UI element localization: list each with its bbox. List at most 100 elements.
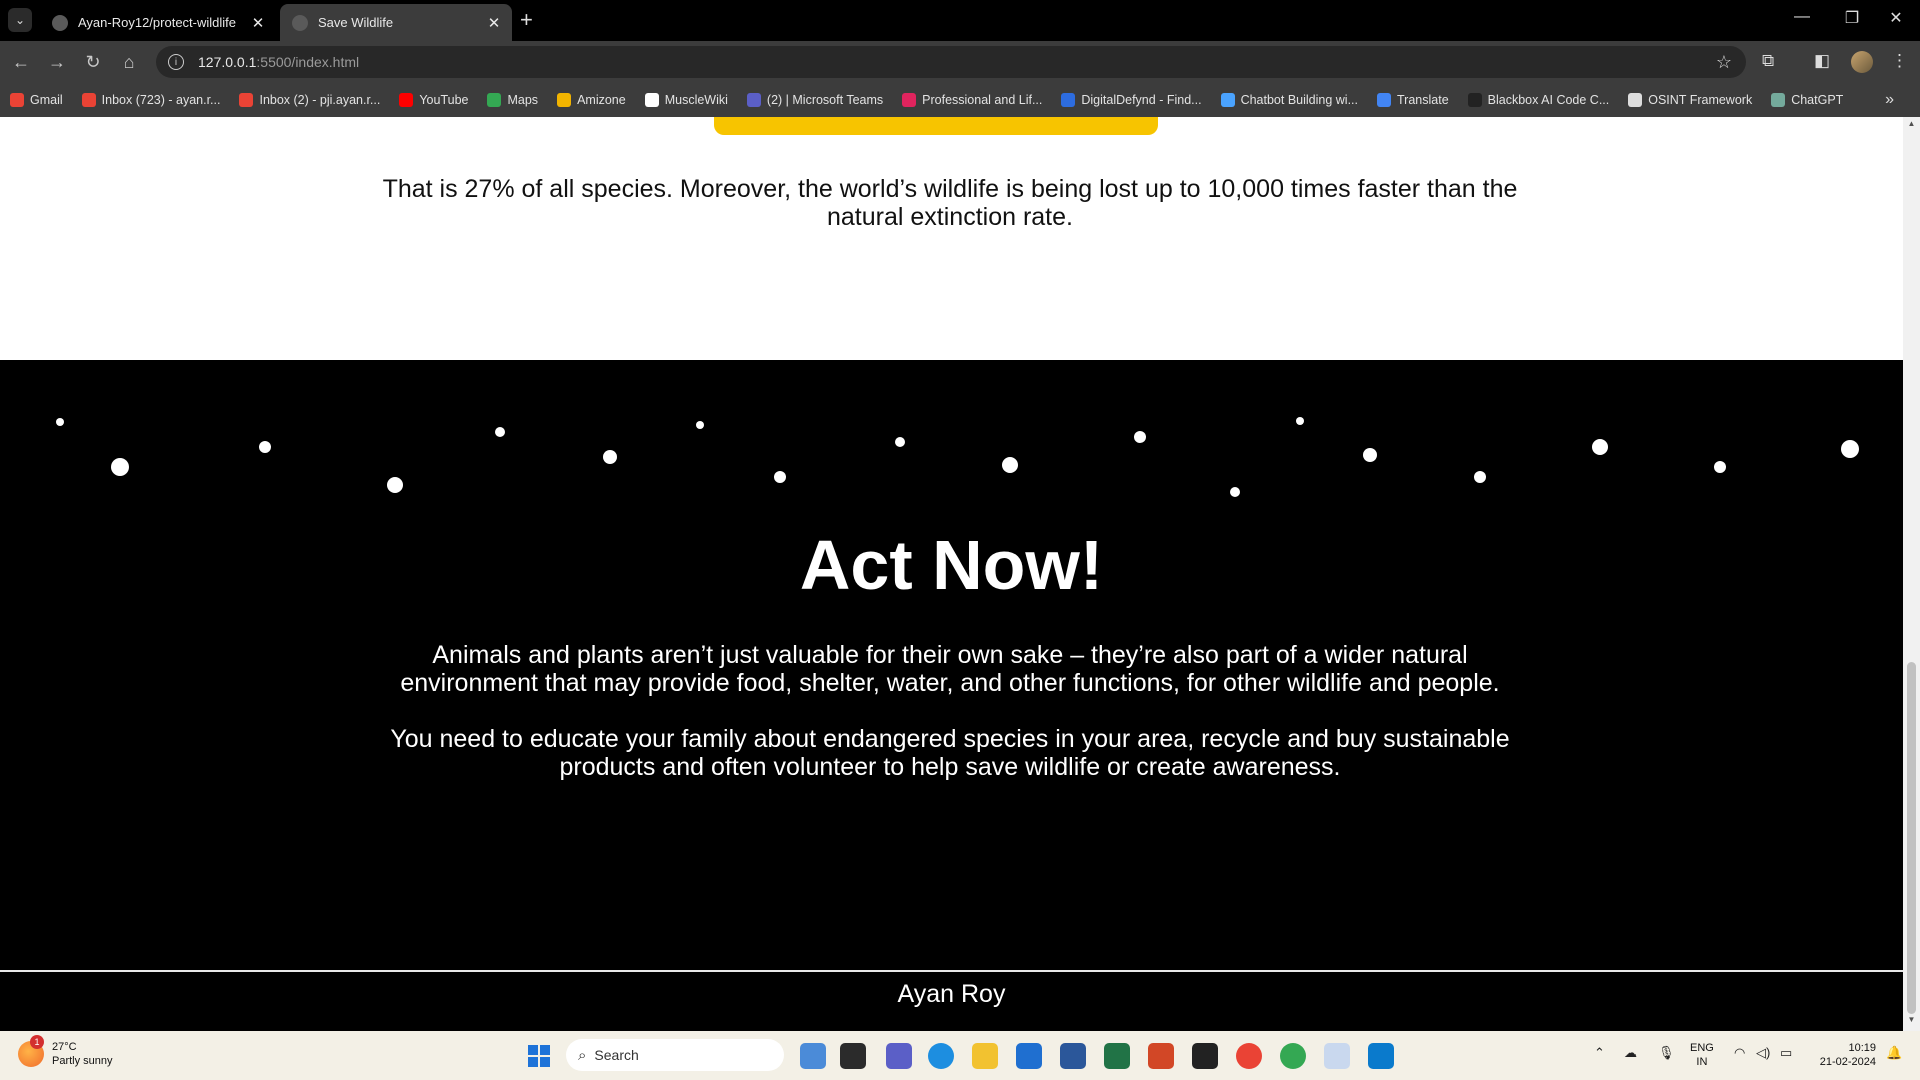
- chrome-icon[interactable]: [1236, 1043, 1262, 1069]
- bookmark-favicon-icon: [487, 93, 502, 107]
- bookmark-label: Gmail: [30, 93, 63, 107]
- close-tab-button[interactable]: ✕: [482, 14, 506, 32]
- onedrive-icon[interactable]: ☁: [1624, 1045, 1637, 1061]
- more-bookmarks-icon[interactable]: »: [1885, 91, 1894, 109]
- bookmark-item[interactable]: Gmail: [10, 93, 63, 107]
- clock[interactable]: 10:19 21-02-2024: [1812, 1041, 1876, 1069]
- tab-save-wildlife[interactable]: Save Wildlife ✕: [280, 4, 512, 41]
- bookmark-favicon-icon: [1771, 93, 1786, 107]
- bookmark-item[interactable]: Inbox (723) - ayan.r...: [81, 93, 220, 107]
- powerpoint-icon[interactable]: [1148, 1043, 1174, 1069]
- yellow-button[interactable]: [714, 117, 1158, 135]
- bookmark-favicon-icon: [1628, 93, 1643, 107]
- bookmark-label: OSINT Framework: [1648, 93, 1753, 107]
- extensions-icon[interactable]: ⧉: [1762, 51, 1774, 71]
- back-button[interactable]: ←: [8, 50, 34, 74]
- new-tab-button[interactable]: +: [520, 9, 533, 31]
- profile-avatar[interactable]: [1851, 51, 1873, 73]
- menu-icon[interactable]: ⋮: [1891, 51, 1908, 71]
- bookmark-label: Amizone: [577, 93, 626, 107]
- windows-taskbar: 1 27°C Partly sunny ⌕ Search ⌃ ☁ 🎙 ENG IN…: [0, 1031, 1920, 1080]
- tab-github[interactable]: Ayan-Roy12/protect-wildlife ✕: [40, 4, 276, 41]
- bookmark-item[interactable]: DigitalDefynd - Find...: [1061, 93, 1202, 107]
- battery-icon[interactable]: ▭: [1780, 1045, 1792, 1061]
- tab-title: Save Wildlife: [318, 15, 394, 30]
- white-section: [0, 117, 1903, 360]
- vscode-icon[interactable]: [1368, 1043, 1394, 1069]
- bookmark-favicon-icon: [1220, 93, 1235, 107]
- teams-icon[interactable]: [886, 1043, 912, 1069]
- file-explorer-icon[interactable]: [972, 1043, 998, 1069]
- bookmark-item[interactable]: Inbox (2) - pji.ayan.r...: [239, 93, 380, 107]
- reload-button[interactable]: ↻: [80, 50, 106, 74]
- browser-toolbar: ← → ↻ ⌂ i 127.0.0.1:5500/index.html ☆ ⧉ …: [0, 41, 1920, 83]
- taskbar-search[interactable]: ⌕ Search: [566, 1039, 784, 1071]
- bookmark-item[interactable]: Professional and Lif...: [902, 93, 1042, 107]
- bookmark-item[interactable]: Maps: [487, 93, 538, 107]
- bookmark-label: MuscleWiki: [664, 93, 728, 107]
- address-bar[interactable]: i 127.0.0.1:5500/index.html ☆: [156, 46, 1746, 78]
- window-close-button[interactable]: ✕: [1874, 8, 1918, 28]
- bookmark-item[interactable]: Chatbot Building wi...: [1220, 93, 1358, 107]
- weather-sun-icon: 1: [18, 1035, 44, 1067]
- tray-overflow-icon[interactable]: ⌃: [1594, 1045, 1605, 1061]
- bookmark-item[interactable]: Blackbox AI Code C...: [1467, 93, 1610, 107]
- paragraph-value: Animals and plants aren’t just valuable …: [400, 641, 1500, 697]
- weather-badge: 1: [30, 1035, 44, 1049]
- terminal-icon[interactable]: [1192, 1043, 1218, 1069]
- bookmark-item[interactable]: OSINT Framework: [1628, 93, 1752, 107]
- excel-icon[interactable]: [1104, 1043, 1130, 1069]
- bookmark-favicon-icon: [902, 93, 917, 107]
- bookmark-item[interactable]: YouTube: [399, 93, 468, 107]
- bookmark-item[interactable]: ChatGPT: [1771, 93, 1843, 107]
- microphone-icon[interactable]: 🎙: [1658, 1045, 1675, 1061]
- page-viewport: That is 27% of all species. Moreover, th…: [0, 117, 1903, 1031]
- search-label: Search: [594, 1047, 639, 1063]
- side-panel-icon[interactable]: ◧: [1814, 51, 1830, 71]
- scroll-up-arrow[interactable]: ▲: [1903, 119, 1920, 133]
- home-button[interactable]: ⌂: [116, 50, 142, 74]
- edge-icon[interactable]: [928, 1043, 954, 1069]
- page-scrollbar[interactable]: ▲ ▼: [1903, 117, 1920, 1031]
- globe-icon: [292, 14, 308, 31]
- scroll-down-arrow[interactable]: ▼: [1903, 1015, 1920, 1029]
- mail-icon[interactable]: [1016, 1043, 1042, 1069]
- bookmark-item[interactable]: Amizone: [557, 93, 626, 107]
- word-icon[interactable]: [1060, 1043, 1086, 1069]
- minimize-button[interactable]: —: [1780, 8, 1824, 26]
- volume-icon[interactable]: ◁): [1756, 1045, 1770, 1061]
- bookmark-label: Professional and Lif...: [922, 93, 1043, 107]
- bookmark-favicon-icon: [1377, 93, 1391, 107]
- installer-icon[interactable]: [1324, 1043, 1350, 1069]
- notification-bell-icon[interactable]: 🔔: [1886, 1045, 1902, 1061]
- bookmark-label: Blackbox AI Code C...: [1487, 93, 1610, 107]
- search-icon: ⌕: [578, 1046, 587, 1064]
- task-view-icon[interactable]: [840, 1043, 866, 1069]
- bookmark-favicon-icon: [746, 93, 761, 107]
- weather-temp: 27°C: [52, 1041, 77, 1053]
- restore-button[interactable]: ❐: [1830, 8, 1874, 28]
- bookmark-item[interactable]: MuscleWiki: [644, 93, 728, 107]
- weather-widget[interactable]: 1 27°C Partly sunny: [18, 1035, 113, 1068]
- bookmark-favicon-icon: [1467, 93, 1482, 107]
- bookmark-star-icon[interactable]: ☆: [1716, 52, 1732, 73]
- windows-start-icon[interactable]: [528, 1045, 550, 1067]
- bookmark-item[interactable]: (2) | Microsoft Teams: [746, 93, 883, 107]
- grunge-edge: [0, 367, 1903, 517]
- tab-search-button[interactable]: ⌄: [8, 8, 32, 32]
- clock-date: 21-02-2024: [1819, 1056, 1876, 1068]
- forward-button[interactable]: →: [44, 50, 70, 74]
- site-info-icon[interactable]: i: [168, 54, 184, 70]
- bookmark-favicon-icon: [81, 93, 96, 107]
- wifi-icon[interactable]: ◠: [1734, 1045, 1745, 1061]
- bookmark-label: DigitalDefynd - Find...: [1081, 93, 1202, 107]
- bookmark-item[interactable]: Translate: [1377, 93, 1449, 107]
- chrome-profile-icon[interactable]: [1280, 1043, 1306, 1069]
- close-tab-button[interactable]: ✕: [246, 14, 270, 32]
- bookmark-favicon-icon: [10, 93, 24, 107]
- language-indicator[interactable]: ENG IN: [1690, 1041, 1714, 1069]
- bookmark-label: Translate: [1397, 93, 1449, 107]
- scroll-thumb[interactable]: [1907, 662, 1916, 1014]
- copilot-icon[interactable]: [800, 1043, 826, 1069]
- bookmark-label: Maps: [507, 93, 539, 107]
